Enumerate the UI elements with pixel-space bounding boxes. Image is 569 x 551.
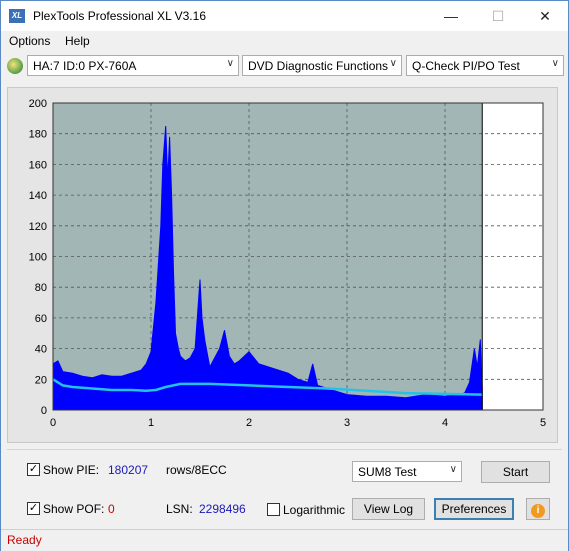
toolbar: HA:7 ID:0 PX-760A ∨ DVD Diagnostic Funct… (1, 53, 568, 79)
test-select-value: Q-Check PI/PO Test (412, 59, 520, 73)
drive-select[interactable]: HA:7 ID:0 PX-760A ∨ (27, 55, 239, 76)
function-select-value: DVD Diagnostic Functions (248, 59, 389, 73)
y-tick-label: 20 (35, 374, 47, 386)
y-tick-label: 40 (35, 344, 47, 356)
disc-drive-icon (7, 58, 23, 74)
function-select[interactable]: DVD Diagnostic Functions ∨ (242, 55, 402, 76)
logarithmic-checkbox[interactable] (267, 503, 280, 516)
info-button[interactable]: i (526, 498, 550, 520)
y-tick-label: 140 (29, 190, 47, 202)
poe-count-value: 0 (108, 502, 115, 516)
lsn-value: 2298496 (199, 502, 246, 516)
show-poe-checkbox[interactable]: ✓ (27, 502, 40, 515)
menu-help[interactable]: Help (65, 34, 90, 48)
close-icon[interactable]: ✕ (522, 1, 568, 31)
info-icon: i (531, 504, 545, 518)
show-pie-label: Show PIE: (43, 463, 100, 477)
chevron-down-icon: ∨ (449, 464, 457, 475)
drive-select-value: HA:7 ID:0 PX-760A (33, 59, 137, 73)
app-window: XL PlexTools Professional XL V3.16 — ☐ ✕… (0, 0, 569, 551)
rows-unit-label: rows/8ECC (166, 463, 227, 477)
x-tick-label: 1 (148, 417, 154, 429)
x-tick-label: 2 (246, 417, 252, 429)
divider (7, 449, 562, 450)
chart-panel: 0 20 40 60 80 100 120 140 160 180 200 0 1 2 3 4 5 (7, 87, 558, 443)
show-pie-checkbox[interactable]: ✓ (27, 463, 40, 476)
title-bar: XL PlexTools Professional XL V3.16 — ☐ ✕ (1, 1, 568, 31)
lsn-label: LSN: (166, 502, 193, 516)
x-tick-label: 0 (50, 417, 56, 429)
status-text: Ready (7, 533, 42, 547)
x-axis-ticks: 0 1 2 3 4 5 (50, 417, 546, 429)
chevron-down-icon: ∨ (551, 58, 559, 69)
y-tick-label: 0 (41, 405, 47, 417)
chevron-down-icon: ∨ (389, 58, 397, 69)
show-poe-label: Show POF: (43, 502, 105, 516)
menu-options[interactable]: Options (9, 34, 50, 48)
y-tick-label: 100 (29, 252, 47, 264)
view-log-button[interactable]: View Log (352, 498, 425, 520)
pie-count-value: 180207 (108, 463, 149, 477)
window-title: PlexTools Professional XL V3.16 (33, 9, 206, 23)
app-logo-icon: XL (9, 9, 25, 23)
pi-po-chart: 0 20 40 60 80 100 120 140 160 180 200 0 1 2 3 4 5 (29, 98, 546, 429)
x-tick-label: 3 (344, 417, 350, 429)
minimize-icon[interactable]: — (428, 1, 474, 31)
y-tick-label: 160 (29, 159, 47, 171)
y-tick-label: 180 (29, 129, 47, 141)
y-axis-ticks: 0 20 40 60 80 100 120 140 160 180 200 (29, 98, 47, 417)
status-bar: Ready (1, 529, 568, 551)
x-tick-label: 4 (442, 417, 448, 429)
test-mode-select[interactable]: SUM8 Test ∨ (352, 461, 462, 482)
y-tick-label: 120 (29, 221, 47, 233)
maximize-icon[interactable]: ☐ (475, 1, 521, 31)
menu-bar: Options Help (1, 31, 568, 51)
start-button[interactable]: Start (481, 461, 550, 483)
chevron-down-icon: ∨ (226, 58, 234, 69)
y-tick-label: 60 (35, 313, 47, 325)
y-tick-label: 200 (29, 98, 47, 110)
test-select[interactable]: Q-Check PI/PO Test ∨ (406, 55, 564, 76)
logarithmic-label: Logarithmic (283, 503, 346, 517)
y-tick-label: 80 (35, 282, 47, 294)
preferences-button[interactable]: Preferences (434, 498, 514, 520)
test-mode-value: SUM8 Test (358, 465, 417, 479)
x-tick-label: 5 (540, 417, 546, 429)
